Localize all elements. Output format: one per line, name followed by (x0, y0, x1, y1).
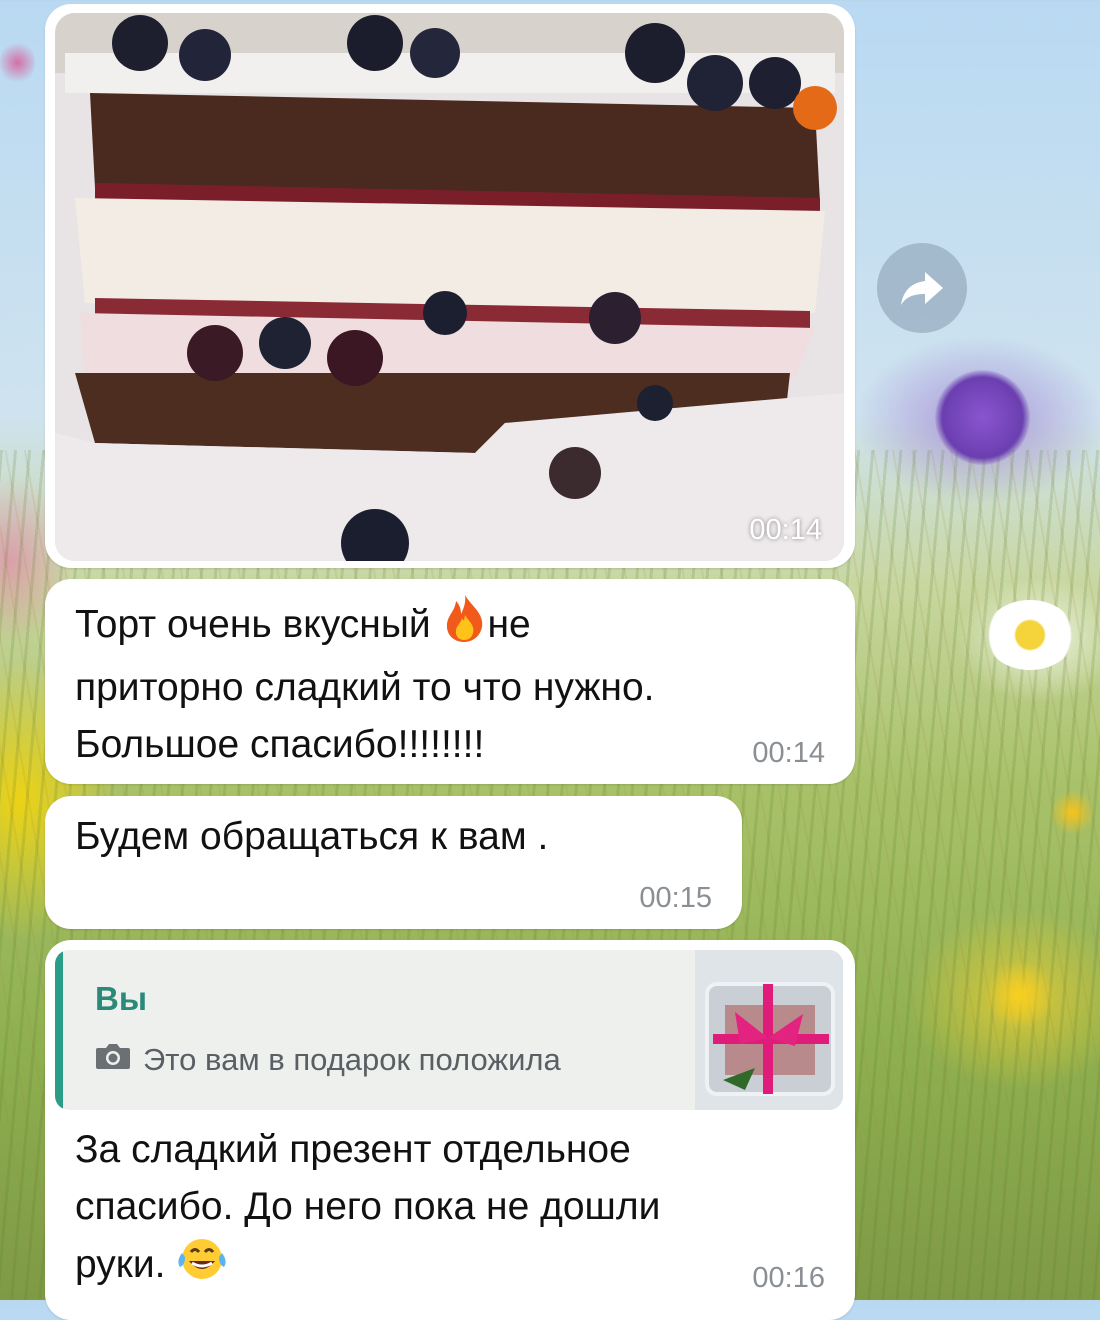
wallpaper-flower (935, 370, 1030, 465)
quoted-message[interactable]: Вы Это вам в подарок положила (55, 950, 843, 1110)
message-time: 00:14 (752, 737, 825, 769)
quote-caption: Это вам в подарок положила (95, 1042, 561, 1078)
forward-button[interactable] (877, 243, 967, 333)
cake-slice-image (55, 13, 844, 561)
message-line: Будем обращаться к вам . (75, 815, 549, 858)
camera-icon (95, 1042, 131, 1078)
quote-accent-bar (55, 950, 63, 1110)
text-message-bubble[interactable]: Будем обращаться к вам . 00:15 (45, 796, 742, 929)
message-text: Будем обращаться к вам . (75, 808, 548, 865)
message-line: приторно сладкий то что нужно. (75, 666, 655, 709)
message-time: 00:14 (749, 514, 822, 546)
wallpaper-flower (985, 600, 1075, 670)
text-message-bubble[interactable]: Торт очень вкусный не приторно сладкий т… (45, 579, 855, 784)
message-line: Торт очень вкусный (75, 603, 431, 646)
cake-photo[interactable]: 00:14 (55, 13, 844, 561)
wallpaper-flower (1050, 790, 1095, 835)
message-time: 00:15 (639, 882, 712, 914)
reply-message-bubble[interactable]: Вы Это вам в подарок положила За сладкий… (45, 940, 855, 1320)
gift-box-thumbnail (695, 950, 843, 1110)
message-line: руки. (75, 1243, 166, 1286)
message-text: Торт очень вкусный не приторно сладкий т… (75, 593, 654, 773)
message-time: 00:16 (752, 1262, 825, 1294)
message-line: Большое спасибо!!!!!!!! (75, 723, 485, 766)
fire-icon (442, 593, 488, 659)
wallpaper-flower (0, 40, 35, 85)
message-line: спасибо. До него пока не дошли (75, 1185, 661, 1228)
face-with-tears-of-joy-icon (176, 1235, 228, 1299)
message-line: За сладкий презент отдельное (75, 1128, 631, 1171)
quote-caption-text: Это вам в подарок положила (143, 1042, 561, 1077)
quote-author: Вы (95, 980, 148, 1017)
wallpaper-flower (985, 960, 1055, 1030)
forward-arrow-icon (901, 272, 943, 305)
message-line: не (487, 603, 531, 646)
message-text: За сладкий презент отдельное спасибо. До… (75, 1121, 660, 1299)
photo-message-bubble[interactable]: 00:14 (45, 4, 855, 568)
